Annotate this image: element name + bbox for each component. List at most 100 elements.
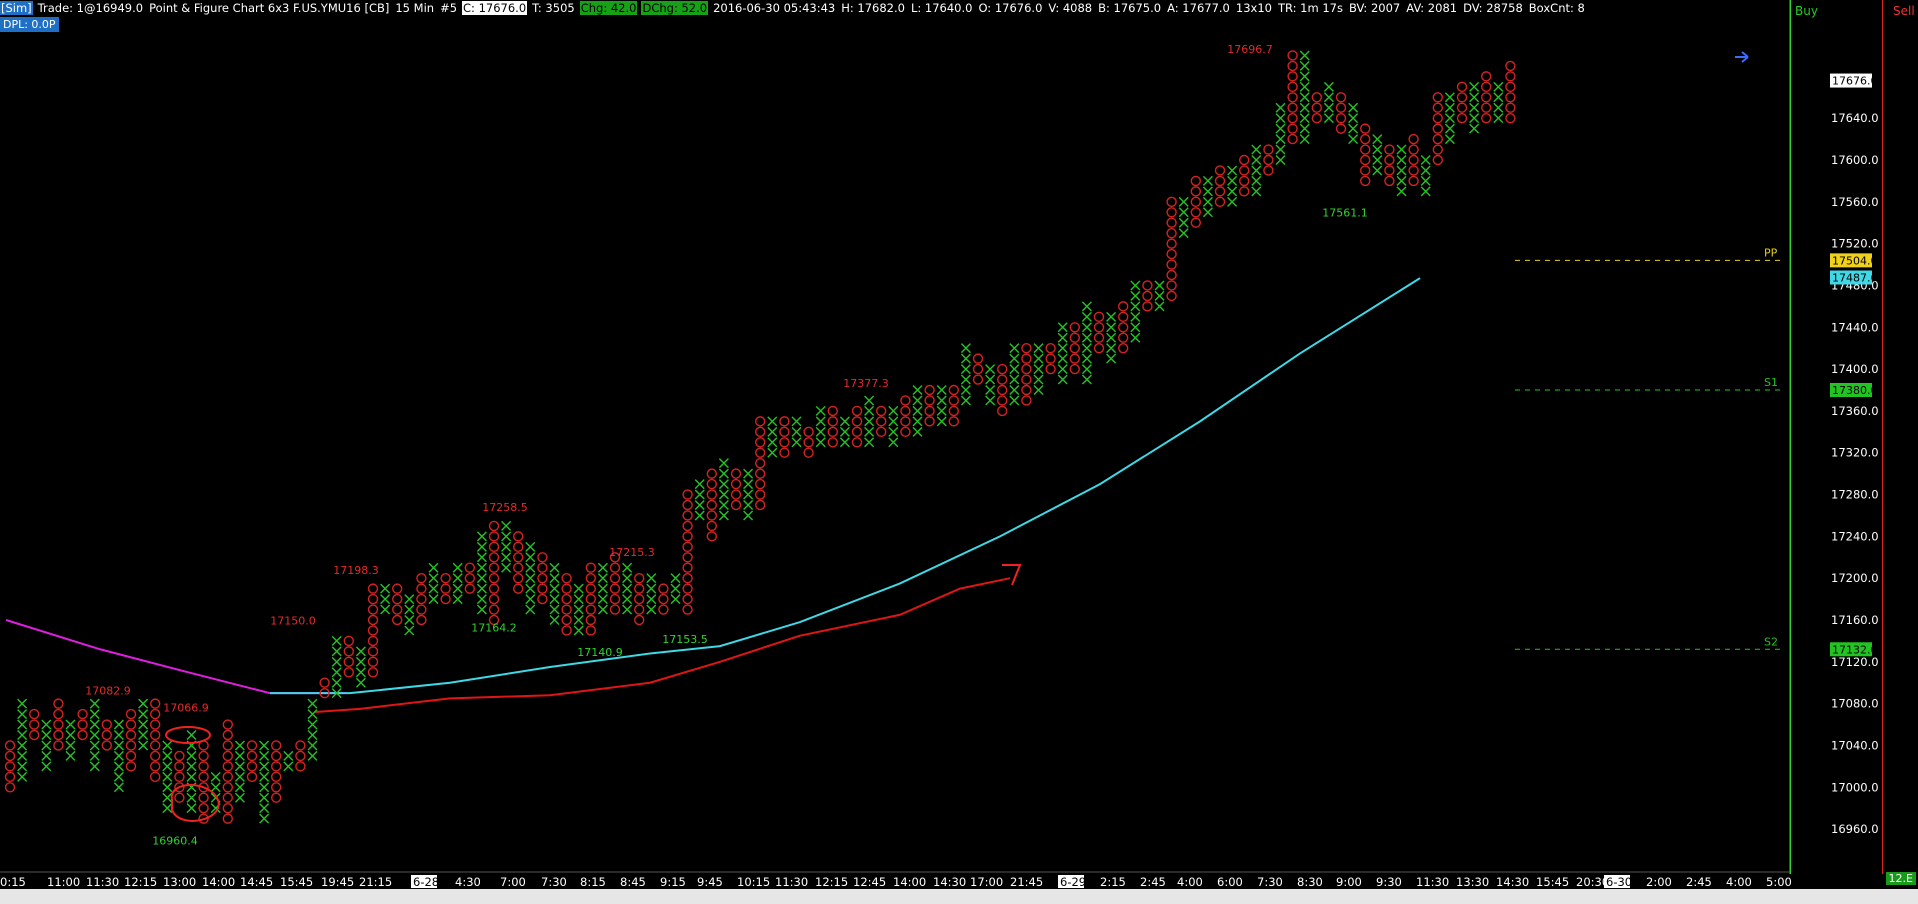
o-mark [174,792,185,803]
x-mark [113,750,124,761]
x-mark [1202,207,1213,218]
o-mark [125,729,137,741]
low-annotation: 16960.4 [152,835,198,848]
o-mark [1238,165,1250,176]
o-mark [77,729,88,741]
o-mark [706,489,717,500]
x-mark [138,719,149,730]
sim-badge[interactable]: [Sim] [0,1,33,15]
o-mark [416,614,427,626]
o-mark [1505,102,1516,113]
o-mark [779,447,790,458]
o-column [779,416,790,458]
horizontal-scrollbar[interactable] [0,889,1918,904]
x-mark [380,604,391,615]
o-mark [1335,102,1347,113]
x-mark [573,604,584,615]
o-mark [851,405,863,417]
x-mark [1444,134,1455,145]
x-mark [839,437,850,448]
o-mark [1117,301,1129,312]
x-column [283,750,294,772]
o-column [900,395,911,438]
buy-label[interactable]: Buy [1795,4,1818,18]
o-mark [1359,165,1371,176]
x-mark [1420,186,1431,197]
x-tick-label: 10:15 [737,875,770,889]
o-mark [53,708,64,720]
o-mark [1263,144,1274,155]
x-tick-label: 4:00 [1726,875,1752,889]
o-column [198,740,209,824]
o-mark [634,604,645,615]
x-mark [89,698,100,709]
x-mark [1299,123,1310,134]
x-mark [162,771,173,782]
level-label: S2 [1764,635,1778,648]
pivot-levels: PP S1 S2 [1515,246,1782,650]
x-mark [525,541,536,552]
o-mark [4,771,16,783]
o-column [876,405,887,438]
sell-label[interactable]: Sell [1893,4,1915,18]
o-mark [1287,133,1298,145]
x-tick-label: 8:15 [580,875,606,889]
magenta-ma-line [5,619,345,695]
x-mark [912,385,923,395]
o-mark [513,541,524,553]
x-mark [1033,364,1044,375]
bv-value: BV: 2007 [1348,1,1401,15]
o-mark [53,740,64,751]
o-mark [634,583,645,594]
o-mark [537,562,548,573]
x-mark [1081,322,1092,333]
low-annotation: 17561.1 [1322,207,1368,220]
x-mark [307,719,318,730]
o-mark [1480,102,1492,113]
x-mark [41,761,52,772]
x-mark [331,656,342,667]
o-column [827,405,838,448]
o-mark [367,625,379,636]
o-column [924,384,935,427]
o-column [851,405,863,448]
x-mark [1275,134,1286,145]
o-mark [585,572,596,584]
buy-panel[interactable]: Buy [1790,0,1883,874]
x-column [1106,311,1117,364]
x-mark [743,500,754,510]
x-mark [65,750,76,761]
sell-panel[interactable]: Sell [1882,0,1918,874]
x-column [549,562,560,625]
x-mark [1130,290,1141,301]
o-mark [392,583,403,594]
x-tick-label: 9:45 [697,875,723,889]
x-mark [501,520,512,531]
x-tick-label: 7:00 [500,875,526,889]
o-column [174,750,185,803]
x-tick-label: 2:15 [1100,875,1126,889]
x-column [1227,165,1238,207]
x-mark [1299,50,1310,61]
o-column [561,572,572,636]
x-mark [1081,343,1092,354]
o-column [1263,144,1274,176]
o-mark [634,593,645,605]
o-mark [755,478,766,490]
x-mark [1202,175,1213,186]
x-mark [1154,290,1165,301]
x-mark [1081,301,1092,312]
x-mark [1469,102,1480,113]
tr-value: TR: 1m 17s [1277,1,1343,15]
chg-value: Chg: 42.0 [579,1,638,15]
o-mark [222,729,234,741]
o-mark [1287,50,1298,61]
o-mark [561,583,572,594]
x-column [1348,102,1359,145]
o-column [77,708,88,741]
o-column [319,677,330,699]
x-tick-label: 2:45 [1686,875,1712,889]
o-mark [779,437,790,448]
o-mark [948,395,959,406]
x-tick-label: 11:30 [86,875,119,889]
